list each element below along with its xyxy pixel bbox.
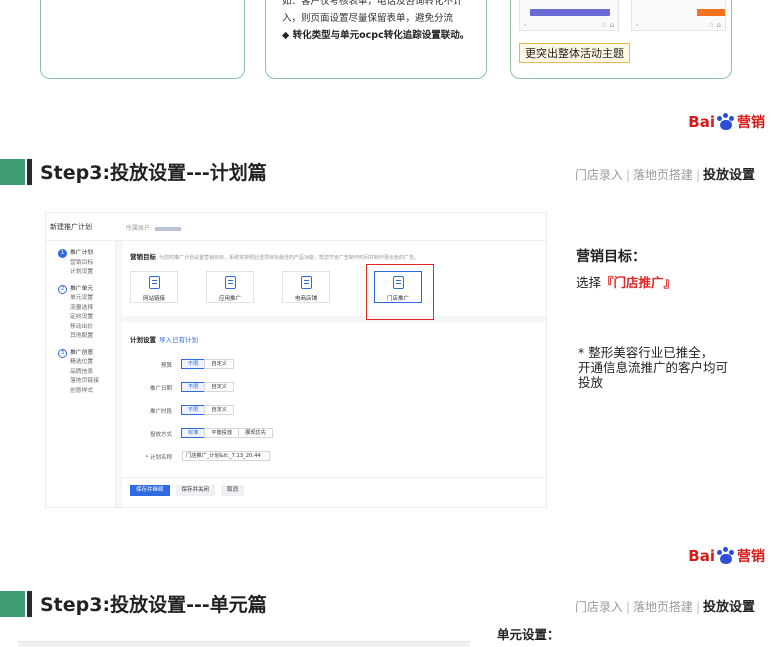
app-icon	[225, 276, 236, 289]
step-sub-item[interactable]: 流量选择	[58, 304, 115, 314]
step-sub-item[interactable]: 移动出价	[58, 323, 115, 333]
mock-page-title: 新建推广计划	[50, 223, 92, 231]
step-sub-item[interactable]: 其他配置	[58, 332, 115, 342]
phone-preview-a: ‹ ☆ ⌂	[519, 0, 619, 31]
phone-orange-button	[697, 9, 725, 16]
section-marker-dark	[27, 159, 32, 185]
save-close-button[interactable]: 保存并关闭	[175, 485, 216, 496]
field-budget: 预算 不限 自定义	[122, 359, 322, 370]
phone-nav-row: ‹ ☆ ⌂	[524, 21, 614, 29]
seg-option[interactable]: 标准	[181, 428, 206, 438]
logo-text: Bai	[688, 547, 715, 565]
unit-screenshot-edge	[18, 641, 470, 647]
mock-step-sidebar: 1 推广计划 营销目标 计划设置 2 推广单元 单元设置 流量选择 定向设置 移动出…	[46, 241, 116, 507]
section-header-plan: Step3:投放设置---计划篇 门店录入 | 落地页搭建 | 投放设置	[0, 156, 771, 186]
goal-option-app[interactable]: 应用推广	[206, 271, 254, 303]
highlight-caption: 更突出整体活动主题	[519, 43, 630, 63]
seg-option[interactable]: 自定义	[204, 382, 234, 392]
goal-option-ecommerce[interactable]: 电商店铺	[282, 271, 330, 303]
step-sub-item[interactable]: 创意样式	[58, 387, 115, 397]
step-sub-item[interactable]: 落地页链接	[58, 377, 115, 387]
step-plan[interactable]: 1 推广计划	[58, 249, 115, 259]
logo-text-brand: 营销	[737, 115, 765, 131]
section-title: Step3:投放设置---单元篇	[40, 594, 267, 616]
card-text-line: 如：客户仅考核表单，电话及咨询转化不计	[282, 0, 463, 7]
intro-card-left	[40, 0, 245, 79]
field-date: 推广日期 不限 自定义	[122, 382, 322, 393]
breadcrumb: 门店录入 | 落地页搭建 | 投放设置	[574, 600, 755, 615]
seg-option[interactable]: 自定义	[204, 405, 234, 415]
cancel-button[interactable]: 取消	[221, 485, 245, 496]
step-creative[interactable]: 3 推广创意	[58, 348, 115, 359]
section-header-unit: Step3:投放设置---单元篇 门店录入 | 落地页搭建 | 投放设置	[0, 588, 771, 618]
logo-text: Bai	[688, 113, 715, 131]
breadcrumb-current: 投放设置	[702, 600, 755, 615]
unit-settings-title: 单元设置：	[497, 627, 560, 642]
plan-setup-screenshot: 新建推广计划 所属账户: 1 推广计划 营销目标 计划设置 2 推广单元 单元设置 …	[45, 212, 547, 508]
baidu-logo: Bai 营销	[688, 546, 765, 566]
seg-option[interactable]: 不限	[181, 405, 206, 415]
step-sub-item[interactable]: 定向设置	[58, 313, 115, 323]
step-sub-item[interactable]: 品牌信息	[58, 368, 115, 378]
section-marker-dark	[27, 591, 32, 617]
phone-nav-row: ‹ ☆ ⌂	[636, 21, 721, 29]
field-time: 推广时段 不限 自定义	[122, 405, 322, 416]
step-sub-item[interactable]: 单元设置	[58, 294, 115, 304]
seg-option[interactable]: 自定义	[204, 359, 234, 369]
selected-goal-highlight	[366, 264, 434, 320]
goal-note-title: 营销目标：	[576, 249, 646, 265]
card-text-line: ◆ 转化类型与单元ocpc转化追踪设置联动。	[282, 30, 470, 41]
breadcrumb-item: 落地页搭建	[632, 168, 693, 182]
shop-icon	[301, 276, 312, 289]
step-sub-item[interactable]: 营销目标	[58, 259, 115, 269]
seg-option[interactable]: 展现优先	[238, 428, 273, 438]
step-sub-item[interactable]: 精选位置	[58, 358, 115, 368]
field-delivery: 投放方式 标准 平衡投放 展现优先	[122, 428, 322, 439]
mock-account: 所属账户:	[126, 223, 182, 232]
plan-settings-heading: 计划设置 导入已有计划	[130, 336, 198, 344]
field-plan-name: * 计划名称 门店推广_计划&lt;_7.13_20:44	[122, 451, 322, 462]
divider	[122, 477, 546, 478]
seg-option[interactable]: 不限	[181, 359, 206, 369]
paw-icon	[716, 113, 736, 131]
page-icon	[149, 276, 160, 289]
goal-option-website[interactable]: 网站链接	[130, 271, 178, 303]
mock-header: 新建推广计划 所属账户:	[46, 213, 546, 241]
section-marker	[0, 159, 25, 185]
form-actions: 保存并继续 保存并关闭 取消	[130, 485, 250, 496]
breadcrumb-item: 门店录入	[574, 600, 623, 614]
plan-settings-panel: 计划设置 导入已有计划 预算 不限 自定义 推广日期 不限 自定义 推广时段 不限 自定…	[122, 322, 546, 507]
goal-note-choice: 选择『门店推广』	[576, 275, 677, 290]
seg-option[interactable]: 不限	[181, 382, 206, 392]
intro-card-middle: 如：客户仅考核表单，电话及咨询转化不计 入，则页面设置尽量保留表单，避免分流 ◆…	[265, 0, 487, 79]
step-sub-item[interactable]: 计划设置	[58, 268, 115, 278]
phone-preview-b: ‹ ☆ ⌂	[631, 0, 726, 31]
breadcrumb-item: 门店录入	[574, 168, 623, 182]
phone-cta-bar	[530, 9, 610, 16]
plan-name-input[interactable]: 门店推广_计划&lt;_7.13_20:44	[182, 451, 270, 461]
save-continue-button[interactable]: 保存并继续	[130, 485, 170, 496]
marketing-goal-panel: 营销目标 为您的推广计划设置营销目标，系统将按照此选项目标最佳的产品功能、帮您节省…	[122, 241, 546, 320]
section-marker	[0, 591, 25, 617]
marketing-goal-heading: 营销目标 为您的推广计划设置营销目标，系统将按照此选项目标最佳的产品功能、帮您节省…	[130, 253, 420, 261]
baidu-logo: Bai 营销	[688, 112, 765, 132]
seg-option[interactable]: 平衡投放	[204, 428, 240, 438]
breadcrumb: 门店录入 | 落地页搭建 | 投放设置	[574, 168, 755, 183]
logo-text-brand: 营销	[737, 549, 765, 565]
intro-card-right: ‹ ☆ ⌂ ‹ ☆ ⌂ 更突出整体活动主题	[510, 0, 732, 79]
industry-note: * 整形美容行业已推全， 开通信息流推广的客户均可 投放	[578, 345, 729, 390]
import-plan-link[interactable]: 导入已有计划	[159, 336, 198, 344]
step-unit[interactable]: 2 推广单元	[58, 284, 115, 295]
breadcrumb-current: 投放设置	[702, 168, 755, 183]
paw-icon	[716, 547, 736, 565]
breadcrumb-item: 落地页搭建	[632, 600, 693, 614]
card-text-line: 入，则页面设置尽量保留表单，避免分流	[282, 13, 454, 24]
section-title: Step3:投放设置---计划篇	[40, 162, 267, 184]
